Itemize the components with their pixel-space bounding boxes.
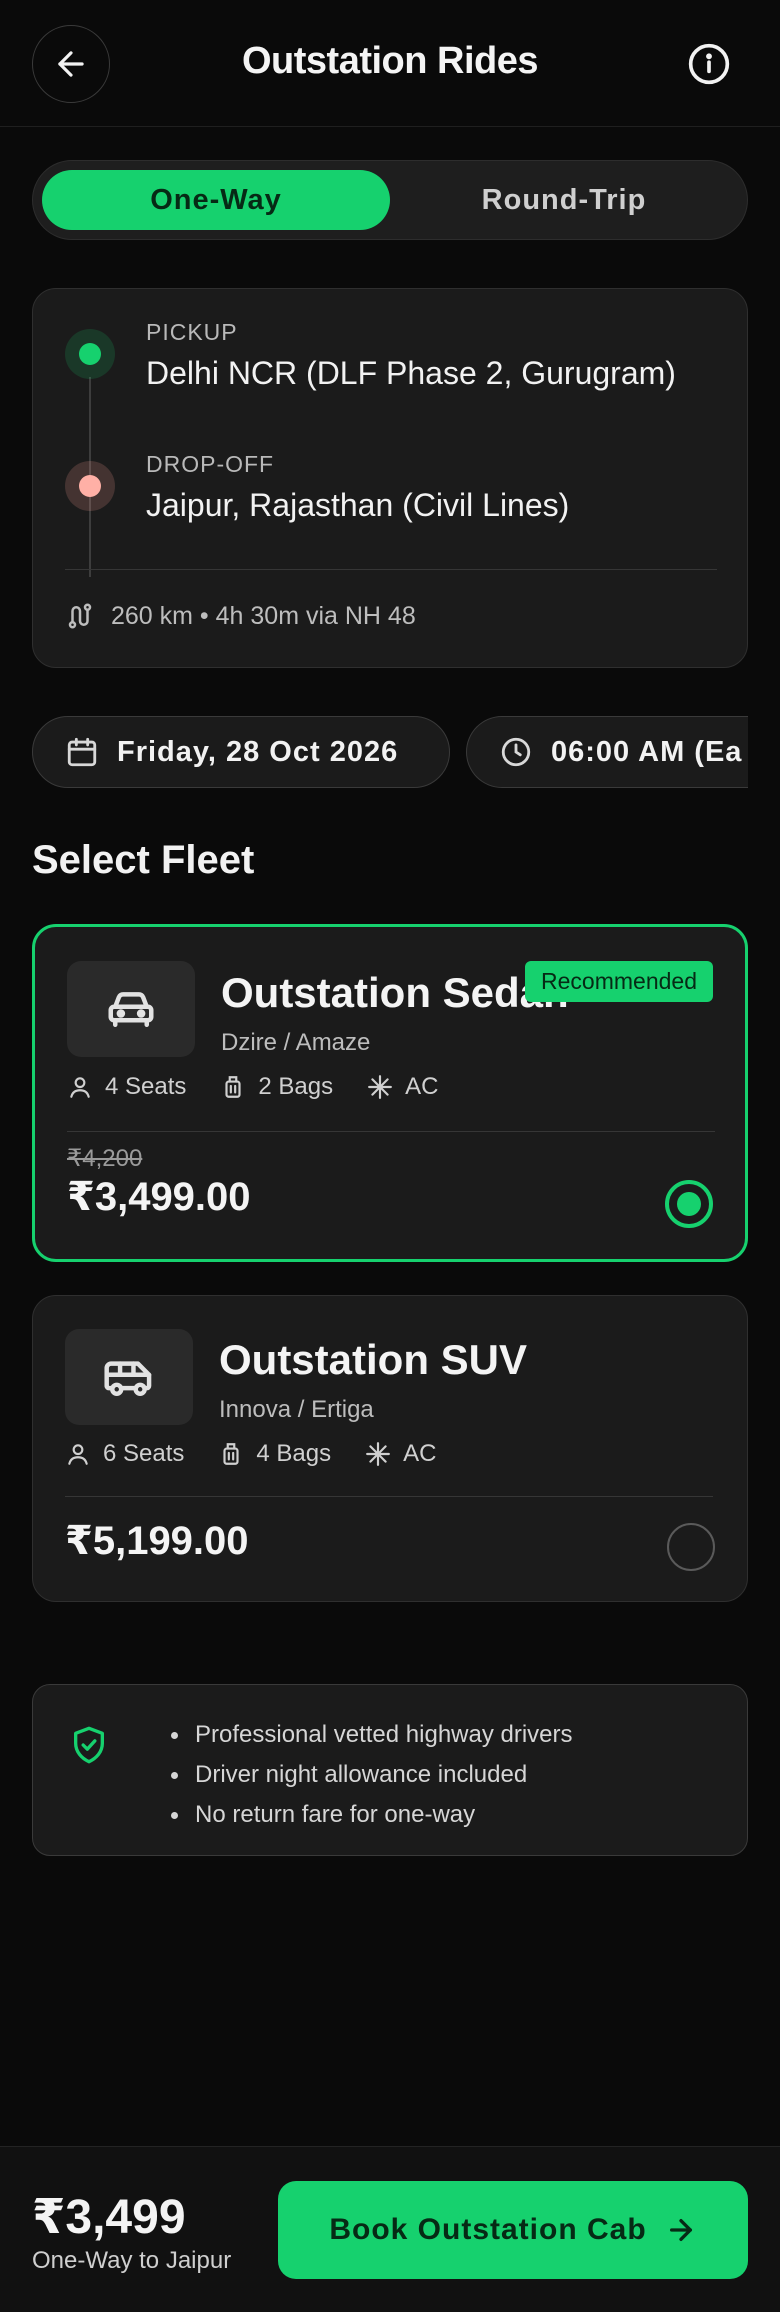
seats-text: 4 Seats <box>105 1073 187 1100</box>
suv-radio[interactable] <box>667 1523 715 1571</box>
snowflake-icon <box>368 1075 393 1099</box>
pickup-label: PICKUP <box>146 319 238 345</box>
arrow-right-icon <box>669 2219 692 2241</box>
luggage-icon <box>225 1076 241 1098</box>
date-value: Friday, 28 Oct 2026 <box>117 735 399 768</box>
seats-spec: 6 Seats <box>65 1440 184 1468</box>
ac-spec: AC <box>367 1073 438 1101</box>
seats-text: 6 Seats <box>103 1440 185 1467</box>
tab-round-trip[interactable]: Round-Trip <box>390 170 738 230</box>
calendar-icon <box>67 737 97 767</box>
date-picker-chip[interactable]: Friday, 28 Oct 2026 <box>32 716 450 788</box>
fleet-price: ₹5,199.00 <box>65 1519 249 1563</box>
list-item: Professional vetted highway drivers <box>163 1715 573 1755</box>
suv-icon-box <box>65 1329 193 1425</box>
bags-spec: 4 Bags <box>218 1440 331 1468</box>
fleet-specs: 6 Seats 4 Bags AC <box>65 1440 436 1468</box>
fleet-models: Dzire / Amaze <box>221 1029 371 1056</box>
ac-spec: AC <box>365 1440 436 1468</box>
ac-text: AC <box>403 1440 437 1467</box>
fleet-name: Outstation Sedan <box>221 969 569 1016</box>
list-item: Driver night allowance included <box>163 1755 573 1795</box>
page-title: Outstation Rides <box>241 40 539 82</box>
route-summary-text: 260 km • 4h 30m via NH 48 <box>111 601 416 630</box>
shield-check-icon <box>74 1726 105 1764</box>
benefits-box: Professional vetted highway drivers Driv… <box>32 1684 748 1856</box>
fleet-option-sedan[interactable]: Outstation Sedan Recommended Dzire / Ama… <box>32 924 748 1262</box>
sedan-radio[interactable] <box>665 1180 713 1228</box>
divider <box>65 1496 713 1497</box>
fleet-models: Innova / Ertiga <box>219 1396 374 1423</box>
pickup-field[interactable]: Delhi NCR (DLF Phase 2, Gurugram) <box>146 355 676 392</box>
trip-type-toggle: One-Way Round-Trip <box>32 160 748 240</box>
user-icon <box>70 1077 90 1098</box>
bags-text: 2 Bags <box>258 1073 334 1100</box>
list-item: No return fare for one-way <box>163 1795 573 1835</box>
bags-spec: 2 Bags <box>220 1073 333 1101</box>
info-button[interactable] <box>670 25 748 103</box>
route-card: PICKUP Delhi NCR (DLF Phase 2, Gurugram)… <box>32 288 748 668</box>
dropoff-marker-icon <box>65 461 115 511</box>
route-icon <box>68 603 92 629</box>
fleet-section-title: Select Fleet <box>32 838 255 882</box>
seats-spec: 4 Seats <box>67 1073 186 1101</box>
fleet-option-suv[interactable]: Outstation SUV Innova / Ertiga 6 Seats 4… <box>32 1295 748 1602</box>
luggage-icon <box>223 1443 239 1465</box>
total-price: ₹3,499 <box>32 2191 186 2244</box>
recommended-badge: Recommended <box>525 961 713 1002</box>
app-header: Outstation Rides <box>0 0 780 127</box>
dropoff-field[interactable]: Jaipur, Rajasthan (Civil Lines) <box>146 487 569 524</box>
trip-subtitle: One-Way to Jaipur <box>32 2247 232 2274</box>
info-icon <box>688 43 730 85</box>
fleet-price: ₹3,499.00 <box>67 1175 251 1219</box>
benefits-list: Professional vetted highway drivers Driv… <box>163 1715 573 1835</box>
snowflake-icon <box>366 1442 391 1466</box>
booking-footer: ₹3,499 One-Way to Jaipur Book Outstation… <box>0 2146 780 2312</box>
sedan-icon-box <box>67 961 195 1057</box>
pickup-marker-icon <box>65 329 115 379</box>
suv-icon <box>104 1361 152 1396</box>
car-icon <box>108 992 154 1027</box>
time-value: 06:00 AM (Ea <box>551 735 743 768</box>
divider <box>65 569 717 570</box>
book-button-label: Book Outstation Cab <box>329 2213 647 2246</box>
divider <box>67 1131 715 1132</box>
fleet-specs: 4 Seats 2 Bags AC <box>67 1073 438 1101</box>
dropoff-label: DROP-OFF <box>146 451 275 477</box>
tab-one-way[interactable]: One-Way <box>42 170 390 230</box>
user-icon <box>68 1444 88 1465</box>
ac-text: AC <box>405 1073 439 1100</box>
clock-icon <box>501 737 531 767</box>
fleet-name: Outstation SUV <box>219 1336 528 1383</box>
route-summary: 260 km • 4h 30m via NH 48 <box>65 601 416 631</box>
bags-text: 4 Bags <box>256 1440 332 1467</box>
original-price: ₹4,200 <box>67 1145 143 1172</box>
book-button[interactable]: Book Outstation Cab <box>278 2181 748 2279</box>
time-picker-chip[interactable]: 06:00 AM (Ea <box>466 716 748 788</box>
